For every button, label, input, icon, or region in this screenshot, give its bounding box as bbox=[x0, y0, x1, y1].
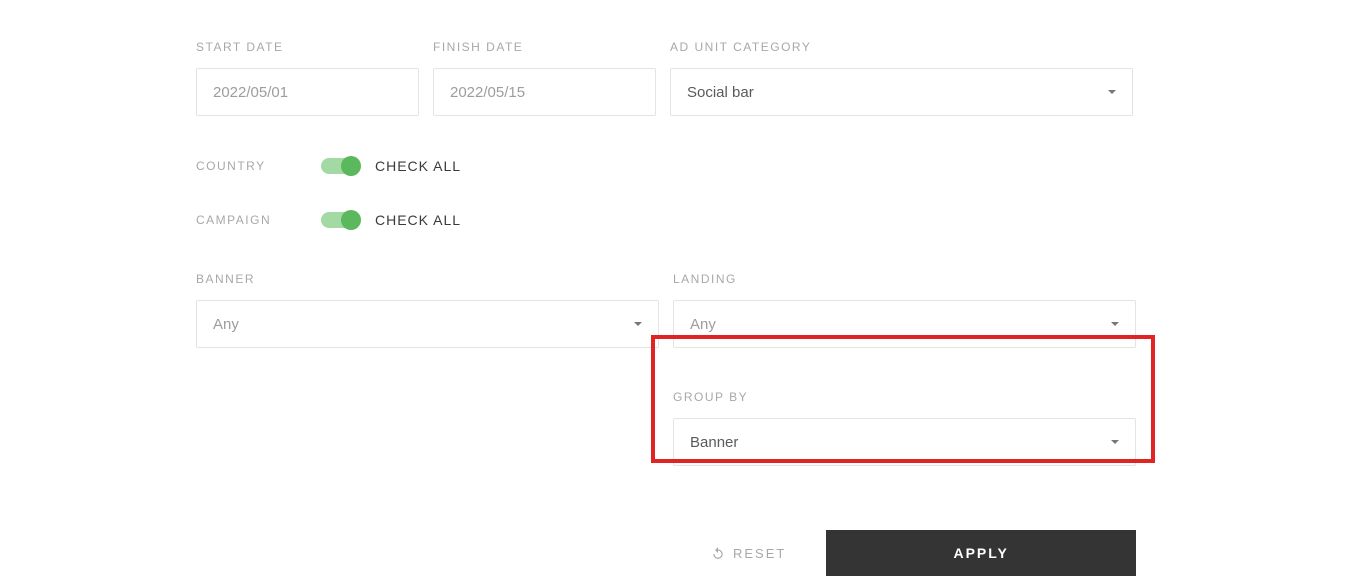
banner-value: Any bbox=[213, 316, 239, 333]
ad-unit-category-select[interactable]: Social bar bbox=[670, 68, 1133, 116]
banner-select[interactable]: Any bbox=[196, 300, 659, 348]
ad-unit-category-value: Social bar bbox=[687, 84, 754, 101]
apply-button[interactable]: APPLY bbox=[826, 530, 1136, 576]
country-label: COUNTRY bbox=[196, 159, 321, 173]
chevron-down-icon bbox=[634, 322, 642, 326]
start-date-label: START DATE bbox=[196, 40, 419, 54]
country-toggle[interactable] bbox=[321, 158, 357, 174]
banner-label: BANNER bbox=[196, 272, 659, 286]
chevron-down-icon bbox=[1111, 440, 1119, 444]
undo-icon bbox=[711, 546, 725, 560]
campaign-toggle-text: CHECK ALL bbox=[375, 212, 461, 228]
campaign-toggle[interactable] bbox=[321, 212, 357, 228]
group-by-label: GROUP BY bbox=[673, 390, 1136, 404]
group-by-select[interactable]: Banner bbox=[673, 418, 1136, 466]
chevron-down-icon bbox=[1111, 322, 1119, 326]
chevron-down-icon bbox=[1108, 90, 1116, 94]
reset-label: RESET bbox=[733, 546, 786, 561]
finish-date-input[interactable] bbox=[433, 68, 656, 116]
campaign-label: CAMPAIGN bbox=[196, 213, 321, 227]
country-toggle-text: CHECK ALL bbox=[375, 158, 461, 174]
ad-unit-category-label: AD UNIT CATEGORY bbox=[670, 40, 1133, 54]
landing-select[interactable]: Any bbox=[673, 300, 1136, 348]
landing-label: LANDING bbox=[673, 272, 1136, 286]
finish-date-label: FINISH DATE bbox=[433, 40, 656, 54]
start-date-input[interactable] bbox=[196, 68, 419, 116]
landing-value: Any bbox=[690, 316, 716, 333]
group-by-value: Banner bbox=[690, 434, 738, 451]
reset-button[interactable]: RESET bbox=[711, 546, 786, 561]
